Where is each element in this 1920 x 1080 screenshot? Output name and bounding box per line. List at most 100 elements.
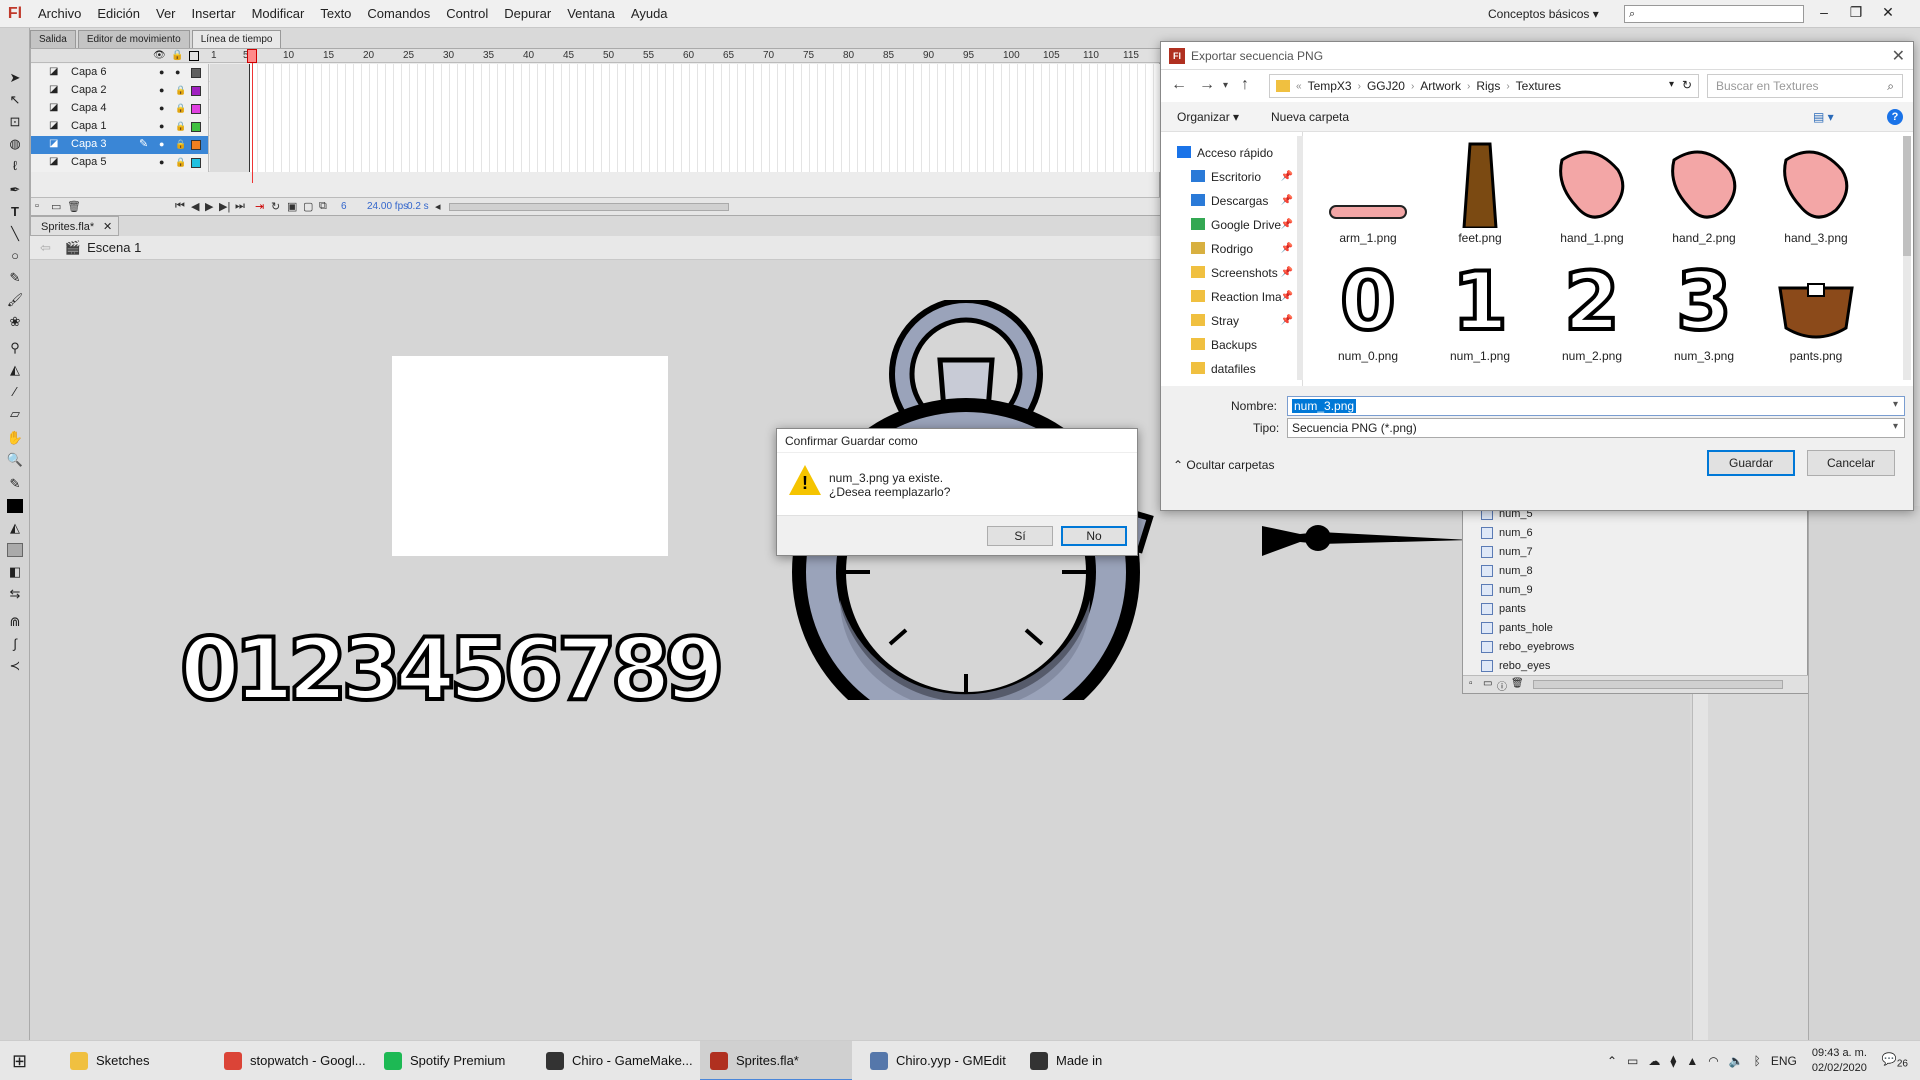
line-tool-icon[interactable]: ╲	[5, 224, 25, 244]
frame-rate[interactable]: 24.00 fps	[367, 201, 408, 212]
library-item[interactable]: pants_hole	[1481, 619, 1781, 638]
breadcrumb-item[interactable]: TempX3	[1308, 79, 1352, 93]
menu-depurar[interactable]: Depurar	[496, 0, 559, 28]
folder-search-input[interactable]: Buscar en Textures ⌕	[1707, 74, 1903, 98]
scroll-left-icon[interactable]: ◂	[435, 200, 441, 213]
minimize-button[interactable]: –	[1810, 0, 1838, 24]
fill-swatch[interactable]	[5, 540, 25, 560]
layer-name-cell[interactable]: ◪ Capa 1 ● 🔒	[31, 118, 209, 136]
layer-frames[interactable]	[210, 82, 1161, 100]
next-frame-icon[interactable]: ▶|	[219, 200, 230, 213]
keyframe-span[interactable]	[210, 64, 250, 82]
close-icon[interactable]: ✕	[1892, 46, 1905, 66]
scene-name[interactable]: Escena 1	[87, 240, 141, 255]
layer-name-cell[interactable]: ◪ Capa 3 ✎ ● 🔒	[31, 136, 209, 154]
layer-name-cell[interactable]: ◪ Capa 6 ● ●	[31, 64, 209, 82]
layer-name[interactable]: Capa 1	[71, 120, 106, 132]
brush-tool-icon[interactable]: 🖌	[5, 290, 25, 310]
layer-name[interactable]: Capa 6	[71, 66, 106, 78]
menu-edicion[interactable]: Edición	[89, 0, 148, 28]
menu-comandos[interactable]: Comandos	[359, 0, 438, 28]
layer-frames[interactable]	[210, 64, 1161, 82]
file-item[interactable]: hand_2.png	[1651, 136, 1757, 252]
layer-name-cell[interactable]: ◪ Capa 2 ● 🔒	[31, 82, 209, 100]
loop-icon[interactable]: ↻	[271, 200, 280, 213]
notifications-icon[interactable]: 💬26	[1882, 1052, 1908, 1069]
file-item[interactable]: 0 num_0.png	[1315, 254, 1421, 370]
keyframe-span[interactable]	[210, 154, 250, 172]
layer-row[interactable]: ◪ Capa 1 ● 🔒	[31, 118, 1161, 136]
layer-name[interactable]: Capa 5	[71, 156, 106, 168]
keyframe-span[interactable]	[210, 118, 250, 136]
library-item[interactable]: rebo_eyes	[1481, 657, 1781, 676]
bone-tool-icon[interactable]: ⚲	[5, 338, 25, 358]
layer-name[interactable]: Capa 4	[71, 102, 106, 114]
file-item[interactable]: 2 num_2.png	[1539, 254, 1645, 370]
sidebar-item[interactable]: Rodrigo 📌	[1191, 238, 1301, 260]
smooth-icon[interactable]: ∫	[5, 634, 25, 654]
onedrive-icon[interactable]: ☁	[1648, 1054, 1660, 1068]
library-item[interactable]: num_8	[1481, 562, 1781, 581]
layer-row[interactable]: ◪ Capa 6 ● ●	[31, 64, 1161, 82]
lock-icon[interactable]: 🔒	[171, 50, 183, 61]
tab-editor-movimiento[interactable]: Editor de movimiento	[77, 30, 190, 48]
lasso-tool-icon[interactable]: ℓ	[5, 156, 25, 176]
edit-multiple-icon[interactable]: ⧉	[319, 200, 327, 213]
timeline-scrollbar[interactable]	[449, 203, 729, 211]
menu-insertar[interactable]: Insertar	[184, 0, 244, 28]
library-item[interactable]: pants	[1481, 600, 1781, 619]
file-item[interactable]: feet.png	[1427, 136, 1533, 252]
eraser-tool-icon[interactable]: ▱	[5, 404, 25, 424]
layer-row[interactable]: ◪ Capa 3 ✎ ● 🔒	[31, 136, 1161, 154]
menu-ayuda[interactable]: Ayuda	[623, 0, 676, 28]
layer-name-cell[interactable]: ◪ Capa 5 ● 🔒	[31, 154, 209, 172]
taskbar-app[interactable]: Chiro.yyp - GMEdit	[860, 1041, 1014, 1080]
layer-row[interactable]: ◪ Capa 2 ● 🔒	[31, 82, 1161, 100]
menu-ventana[interactable]: Ventana	[559, 0, 623, 28]
visibility-dot[interactable]: ●	[159, 121, 164, 131]
new-folder-icon[interactable]: ▭	[1483, 678, 1492, 689]
hand-tool-icon[interactable]: ✋	[5, 428, 25, 448]
back-arrow-icon[interactable]: ⇦	[40, 240, 51, 256]
layer-color-swatch[interactable]	[191, 158, 201, 168]
help-search-input[interactable]: ⌕	[1624, 5, 1804, 23]
keyframe-span[interactable]	[210, 82, 250, 100]
hide-folders-toggle[interactable]: ⌃ Ocultar carpetas	[1173, 458, 1274, 472]
workspace-select[interactable]: Conceptos básicos ▾	[1480, 4, 1610, 24]
fill-color-icon[interactable]: ◭	[5, 518, 25, 538]
last-frame-icon[interactable]: ⏭	[235, 200, 245, 213]
organize-button[interactable]: Organizar ▾	[1177, 110, 1239, 124]
battery-icon[interactable]: ▭	[1627, 1054, 1638, 1068]
refresh-icon[interactable]: ↻	[1682, 78, 1692, 92]
forward-arrow-icon[interactable]: →	[1199, 76, 1215, 94]
play-icon[interactable]: ▶	[205, 200, 213, 213]
eyedropper-tool-icon[interactable]: ⁄	[5, 382, 25, 402]
sidebar-item[interactable]: Acceso rápido	[1177, 142, 1287, 164]
taskbar-app[interactable]: Chiro - GameMake...	[536, 1041, 694, 1080]
deco-tool-icon[interactable]: ❀	[5, 312, 25, 332]
delete-layer-icon[interactable]: 🗑	[67, 200, 81, 213]
black-white-icon[interactable]: ◧	[5, 562, 25, 582]
sidebar-item[interactable]: Escritorio 📌	[1191, 166, 1301, 188]
sidebar-item[interactable]: Screenshots 📌	[1191, 262, 1301, 284]
up-arrow-icon[interactable]: ↑	[1241, 76, 1249, 94]
chevron-down-icon[interactable]: ▾	[1669, 79, 1674, 90]
dropbox-icon[interactable]: ⧫	[1670, 1054, 1676, 1068]
subselection-tool-icon[interactable]: ↖	[5, 90, 25, 110]
new-folder-icon[interactable]: ▭	[51, 200, 61, 213]
help-icon[interactable]: ?	[1887, 109, 1903, 125]
menu-control[interactable]: Control	[438, 0, 496, 28]
hand-sprite[interactable]	[1260, 512, 1480, 562]
text-tool-icon[interactable]: T	[5, 202, 25, 222]
visibility-dot[interactable]: ●	[159, 157, 164, 167]
keyframe-span[interactable]	[210, 136, 250, 154]
lock-dot[interactable]: 🔒	[175, 139, 186, 150]
breadcrumb-item[interactable]: GGJ20	[1367, 79, 1405, 93]
drive-sync-icon[interactable]: ▲	[1686, 1054, 1698, 1068]
library-item[interactable]: rebo_eyebrows	[1481, 638, 1781, 657]
breadcrumb-item[interactable]: Artwork	[1420, 79, 1461, 93]
taskbar-app[interactable]: Sketches	[60, 1041, 208, 1080]
straighten-icon[interactable]: ≺	[5, 656, 25, 676]
document-tab[interactable]: Sprites.fla* ✕	[30, 216, 120, 236]
file-item[interactable]: pants.png	[1763, 254, 1869, 370]
